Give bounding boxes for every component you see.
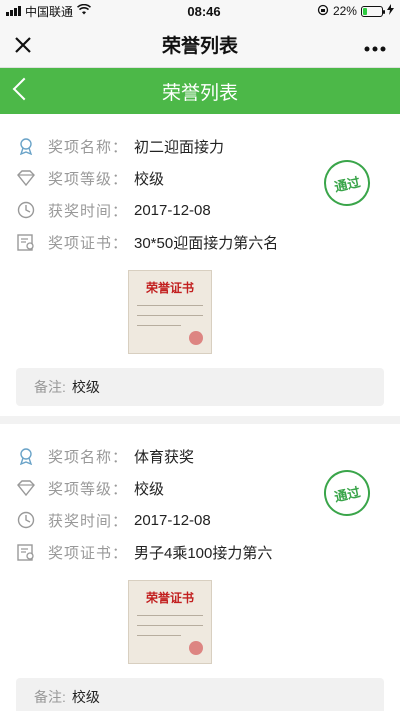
battery-icon [360,5,385,17]
back-icon[interactable] [12,77,36,101]
wifi-icon [76,3,92,18]
award-name-label: 奖项名称： [48,448,129,466]
wechat-nav-bar: 荣誉列表 [0,22,400,68]
clock-icon [16,510,36,530]
award-name-row: 奖项名称： 初二迎面接力 [16,130,384,162]
award-name-row: 奖项名称： 体育获奖 [16,440,384,472]
clock: 08:46 [187,3,221,19]
cert-text-line [137,615,203,616]
battery-fill [362,7,367,15]
status-right: 22% [317,4,394,19]
page-header: 荣誉列表 [0,68,400,114]
award-cert-row: 奖项证书： 男子4乘100接力第六 [16,536,384,568]
award-time-value: 2017-12-08 [134,201,211,219]
award-card: 奖项名称： 初二迎面接力 奖项等级： 校级 获奖时间： 2017-12-08 奖… [0,114,400,424]
award-time-value: 2017-12-08 [134,511,211,529]
cert-text-line [137,305,203,306]
battery-percent: 22% [332,4,357,18]
stamp-text: 通过 [332,483,362,505]
cert-text-line [137,325,181,326]
award-cert-label: 奖项证书： [48,544,129,562]
nav-title: 荣誉列表 [161,36,238,57]
award-time-row: 获奖时间： 2017-12-08 [16,194,384,226]
award-level-label: 奖项等级： [48,170,129,188]
certificate-title: 荣誉证书 [145,281,194,295]
status-left: 中国联通 [6,3,92,20]
note-box: 备注: 校级 [16,678,384,711]
award-cert-row: 奖项证书： 30*50迎面接力第六名 [16,226,384,258]
clock-icon [16,200,36,220]
certificate-image[interactable]: 荣誉证书 [128,580,212,664]
award-cert-label: 奖项证书： [48,234,129,252]
close-icon[interactable] [14,32,44,58]
cert-seal [189,331,203,345]
note-value: 校级 [71,689,100,705]
medal-icon [16,136,36,156]
charging-icon [386,4,394,18]
note-label: 备注: [34,689,66,705]
award-level-label: 奖项等级： [48,480,129,498]
status-bar: 中国联通 08:46 22% [0,0,400,22]
certificate-image[interactable]: 荣誉证书 [128,270,212,354]
cert-text-line [137,635,181,636]
page-title: 荣誉列表 [161,82,238,104]
certificate-title: 荣誉证书 [145,591,194,605]
award-time-label: 获奖时间： [48,202,129,220]
award-name-label: 奖项名称： [48,138,129,156]
note-label: 备注: [34,379,66,395]
award-time-row: 获奖时间： 2017-12-08 [16,504,384,536]
note-box: 备注: 校级 [16,368,384,406]
rotation-lock-icon [317,4,329,19]
stamp-text: 通过 [332,173,362,195]
cert-seal [189,641,203,655]
signal-icon [6,6,21,16]
award-cert-value: 男子4乘100接力第六 [134,544,273,562]
award-cert-value: 30*50迎面接力第六名 [134,234,279,252]
certificate-icon [16,232,36,252]
more-icon[interactable] [356,34,386,56]
award-time-label: 获奖时间： [48,512,129,530]
cert-text-line [137,625,203,626]
cert-text-line [137,315,203,316]
award-card: 奖项名称： 体育获奖 奖项等级： 校级 获奖时间： 2017-12-08 奖项证… [0,424,400,711]
medal-icon [16,446,36,466]
award-level-value: 校级 [134,170,165,188]
diamond-icon [16,478,36,498]
award-level-value: 校级 [134,480,165,498]
certificate-icon [16,542,36,562]
diamond-icon [16,168,36,188]
carrier-label: 中国联通 [25,4,74,19]
note-value: 校级 [71,379,100,395]
award-name-value: 初二迎面接力 [134,138,225,156]
award-name-value: 体育获奖 [134,448,195,466]
